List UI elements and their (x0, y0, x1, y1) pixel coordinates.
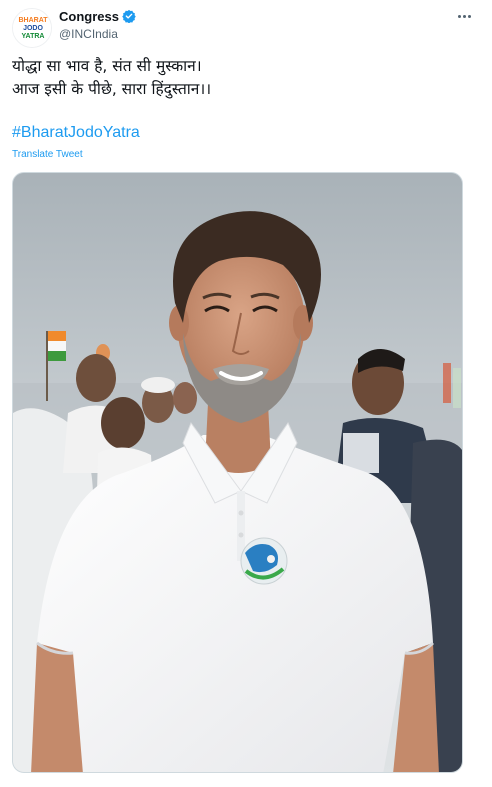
bharat-jodo-yatra-logo-icon: BHARAT JODO YATRA (13, 9, 51, 47)
verified-badge-icon (122, 9, 136, 24)
translate-tweet-link[interactable]: Translate Tweet (12, 149, 83, 160)
hashtag-link[interactable]: #BharatJodoYatra (12, 124, 140, 142)
svg-text:YATRA: YATRA (22, 33, 45, 40)
account-handle[interactable]: @INCIndia (59, 27, 136, 41)
tweet: BHARAT JODO YATRA Congress @INCIndia योद… (0, 0, 492, 787)
svg-text:JODO: JODO (23, 25, 43, 32)
account-name[interactable]: Congress (59, 9, 119, 24)
account-info[interactable]: Congress @INCIndia (59, 8, 136, 41)
tweet-text: योद्धा सा भाव है, संत सी मुस्कान। आज इसी… (12, 55, 480, 101)
avatar[interactable]: BHARAT JODO YATRA (12, 8, 52, 48)
photo-image (13, 173, 462, 772)
tweet-text-line-1: योद्धा सा भाव है, संत सी मुस्कान। (12, 57, 202, 75)
tweet-header: BHARAT JODO YATRA Congress @INCIndia (12, 6, 480, 48)
tweet-text-line-2: आज इसी के पीछे, सारा हिंदुस्तान।। (12, 80, 212, 98)
svg-text:BHARAT: BHARAT (18, 17, 48, 24)
tweet-photo[interactable] (12, 172, 463, 773)
more-options-icon[interactable] (454, 8, 474, 24)
